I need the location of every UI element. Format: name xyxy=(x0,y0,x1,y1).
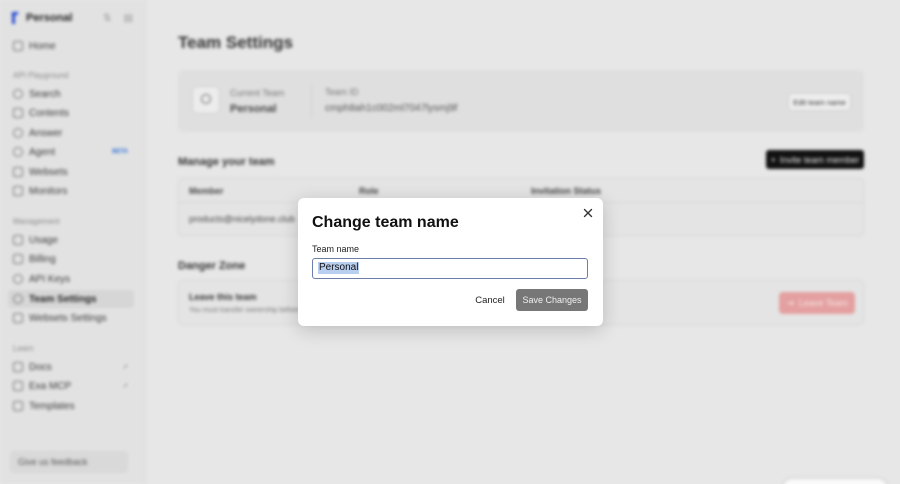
team-info-card: Current Team Personal Team ID cmph8ah1c0… xyxy=(178,70,864,132)
sidebar-item-contents[interactable]: Contents xyxy=(8,104,134,122)
sidebar-item-label: Team Settings xyxy=(29,293,97,305)
sidebar-item-answer[interactable]: Answer xyxy=(8,124,134,142)
column-header-role: Role xyxy=(359,186,379,196)
users-icon xyxy=(13,294,23,304)
chat-bubble-icon xyxy=(13,128,23,138)
sidebar-item-label: Contents xyxy=(29,107,70,119)
sidebar-item-monitors[interactable]: Monitors xyxy=(8,182,134,200)
save-changes-button[interactable]: Save Changes xyxy=(516,289,588,311)
grid-icon xyxy=(13,167,23,177)
leave-team-button[interactable]: ⇥ Leave Team xyxy=(779,292,855,314)
key-icon xyxy=(13,274,23,284)
sidebar-toggle-icon[interactable]: ▤ xyxy=(124,13,133,24)
team-id-label: Team ID xyxy=(325,87,359,97)
sidebar-item-label: Docs xyxy=(29,361,52,373)
chart-icon xyxy=(13,235,23,245)
plus-icon: + xyxy=(770,154,776,165)
leave-button-label: Leave Team xyxy=(798,298,848,308)
template-icon xyxy=(13,401,23,411)
sidebar-item-search[interactable]: Search xyxy=(8,85,134,103)
section-management: Management xyxy=(13,217,60,226)
member-email: products@nicelydone.club xyxy=(189,214,295,224)
team-name-input-value: Personal xyxy=(318,262,360,274)
invite-button-label: Invite team member xyxy=(779,154,860,165)
team-name-label: Team name xyxy=(312,244,360,254)
manage-team-heading: Manage your team xyxy=(178,156,275,168)
team-avatar-icon xyxy=(192,86,220,114)
sidebar-item-label: API Keys xyxy=(29,273,71,285)
sidebar-item-label: Answer xyxy=(29,127,63,139)
sidebar-item-websets[interactable]: Websets xyxy=(8,163,134,181)
document-icon xyxy=(13,108,23,118)
danger-zone-heading: Danger Zone xyxy=(178,260,246,272)
team-name: Personal xyxy=(26,12,73,24)
sidebar-item-label: Agent xyxy=(29,146,56,158)
sidebar-item-docs[interactable]: Docs ↗ xyxy=(8,358,134,376)
floating-widget[interactable] xyxy=(783,479,887,484)
chevron-updown-icon[interactable]: ⇅ xyxy=(103,13,111,24)
exa-logo-icon xyxy=(12,12,20,24)
sidebar-item-label: Home xyxy=(29,40,56,52)
column-header-member: Member xyxy=(189,186,224,196)
current-team-label: Current Team xyxy=(230,88,285,98)
section-learn: Learn xyxy=(13,344,34,353)
sidebar-item-label: Websets Settings xyxy=(29,312,107,324)
team-switcher[interactable]: Personal ⇅ ▤ xyxy=(0,10,145,26)
team-id-value: cmph8ah1c002ml7047lysmj9f xyxy=(325,103,458,114)
cancel-button[interactable]: Cancel xyxy=(470,292,510,308)
edit-team-name-button[interactable]: Edit team name xyxy=(788,93,851,111)
sidebar-item-websets-settings[interactable]: Websets Settings xyxy=(8,309,134,327)
monitor-icon xyxy=(13,186,23,196)
grid-icon xyxy=(13,313,23,323)
sidebar-item-label: Exa MCP xyxy=(29,380,72,392)
sidebar-item-label: Templates xyxy=(29,400,75,412)
sidebar-item-label: Billing xyxy=(29,253,56,265)
sidebar-item-usage[interactable]: Usage xyxy=(8,231,134,249)
change-team-name-dialog: Change team name Team name Personal Canc… xyxy=(298,198,603,326)
invite-team-member-button[interactable]: + Invite team member xyxy=(766,150,864,169)
mcp-icon xyxy=(13,381,23,391)
feedback-button[interactable]: Give us feedback xyxy=(10,451,128,473)
sidebar-item-billing[interactable]: Billing xyxy=(8,250,134,268)
sidebar-item-api-keys[interactable]: API Keys xyxy=(8,270,134,288)
divider xyxy=(311,84,312,118)
close-icon[interactable] xyxy=(581,206,595,220)
home-icon xyxy=(13,41,23,51)
dialog-title: Change team name xyxy=(312,214,459,231)
sidebar-item-label: Websets xyxy=(29,166,68,178)
agent-icon xyxy=(13,147,23,157)
page-title: Team Settings xyxy=(178,33,293,52)
beta-badge: BETA xyxy=(112,149,128,155)
sidebar: Personal ⇅ ▤ Home API Playground Search … xyxy=(0,0,146,484)
sidebar-item-label: Usage xyxy=(29,234,58,246)
section-api-playground: API Playground xyxy=(13,71,69,80)
search-icon xyxy=(13,89,23,99)
leave-team-description: You must transfer ownership before xyxy=(189,307,300,314)
sidebar-item-label: Monitors xyxy=(29,185,68,197)
column-header-invitation-status: Invitation Status xyxy=(531,186,602,196)
external-link-icon: ↗ xyxy=(122,383,128,390)
receipt-icon xyxy=(13,254,23,264)
sidebar-item-label: Search xyxy=(29,88,61,100)
logout-icon: ⇥ xyxy=(786,297,794,308)
sidebar-item-home[interactable]: Home xyxy=(8,37,134,55)
sidebar-item-team-settings[interactable]: Team Settings xyxy=(8,290,134,308)
leave-team-title: Leave this team xyxy=(189,292,257,302)
team-name-input[interactable]: Personal xyxy=(312,258,588,279)
sidebar-item-templates[interactable]: Templates xyxy=(8,397,134,415)
sidebar-item-agent[interactable]: Agent BETA xyxy=(8,143,134,161)
current-team-value: Personal xyxy=(230,103,277,115)
external-link-icon: ↗ xyxy=(122,364,128,371)
book-icon xyxy=(13,362,23,372)
sidebar-item-exa-mcp[interactable]: Exa MCP ↗ xyxy=(8,377,134,395)
